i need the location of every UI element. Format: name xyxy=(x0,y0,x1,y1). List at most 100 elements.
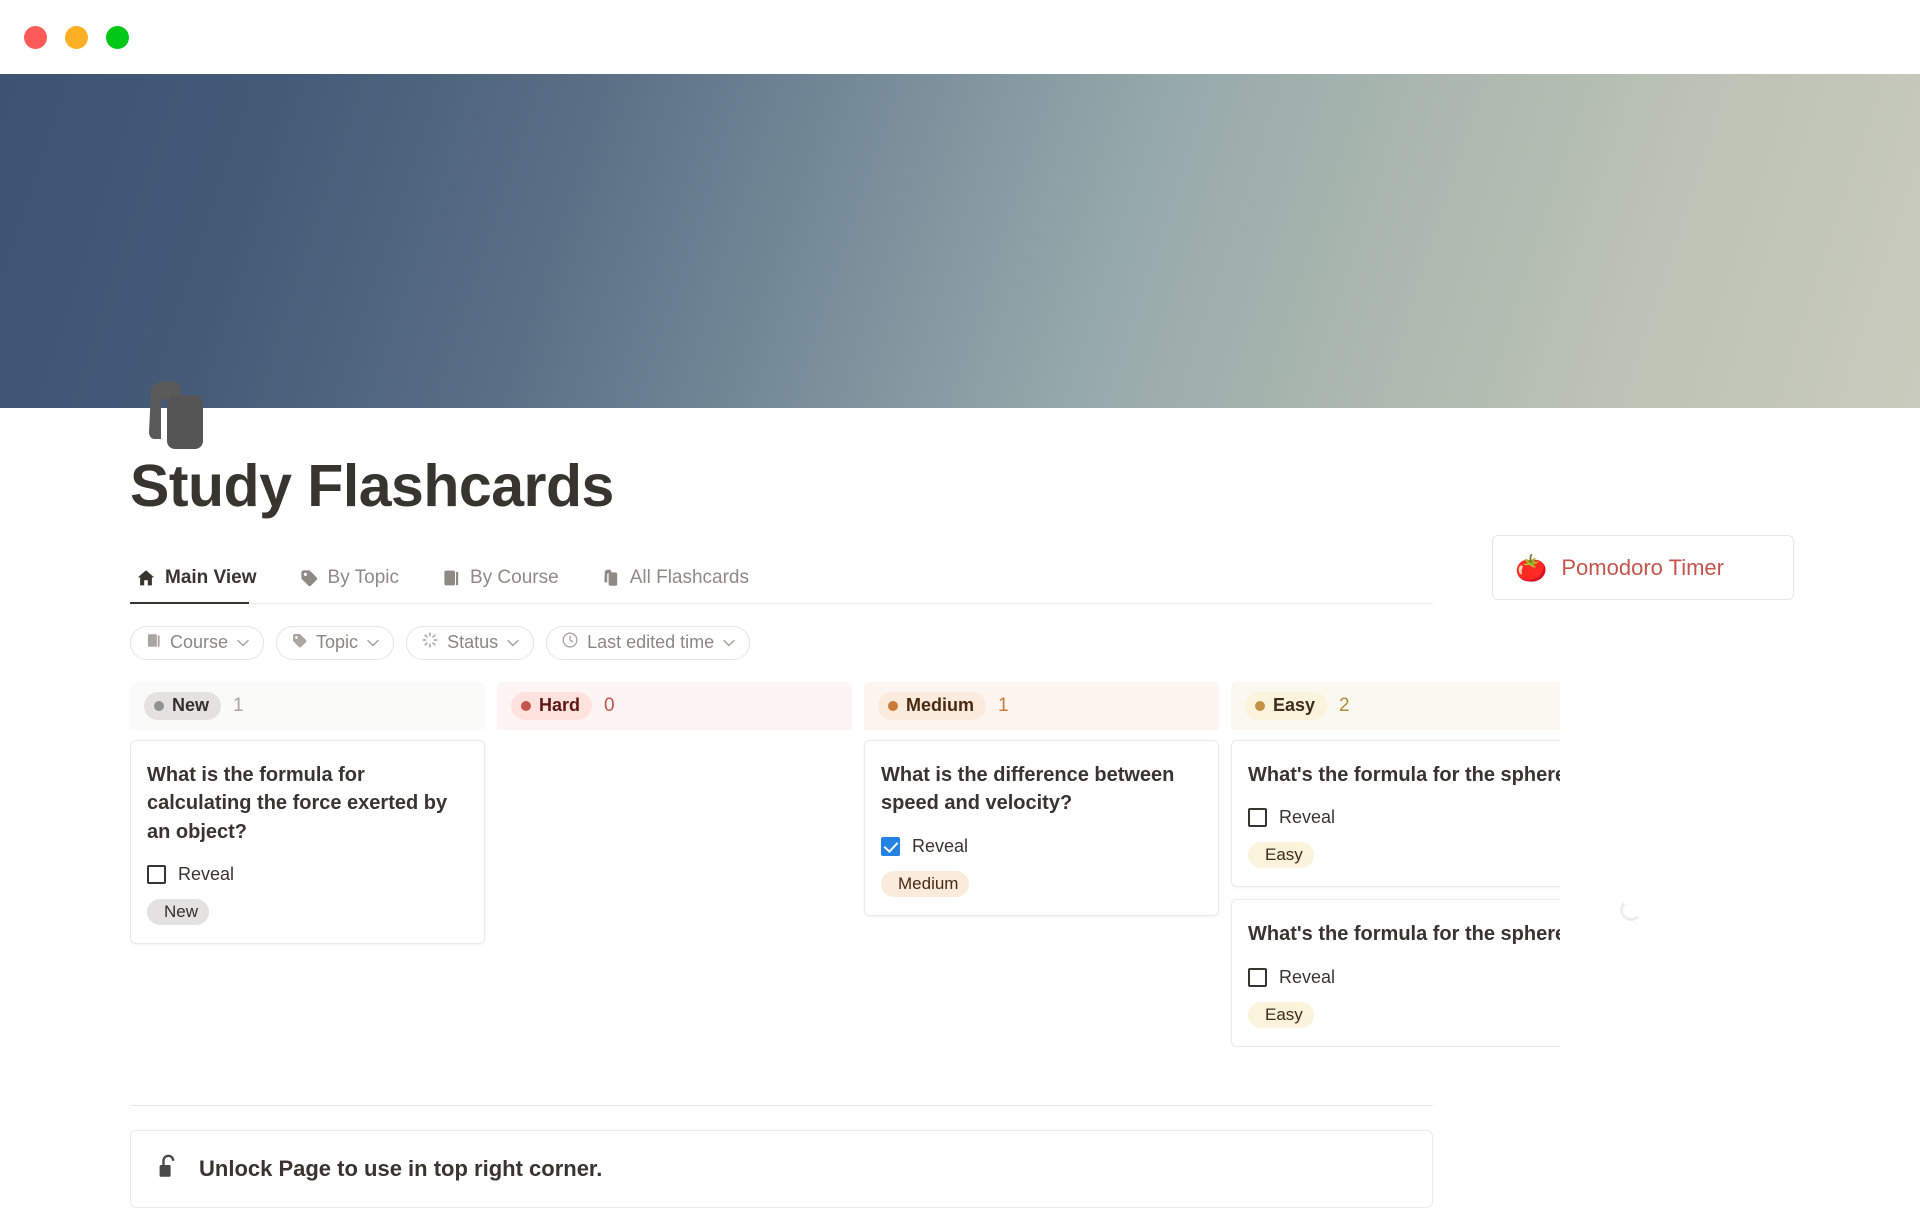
flashcard-question: What is the formula for calculating the … xyxy=(147,763,448,843)
flashcard-question: What's the formula for the sphere volume… xyxy=(1248,763,1560,786)
tab-by-course-label: By Course xyxy=(469,566,559,588)
home-icon xyxy=(136,568,156,588)
reveal-checkbox[interactable] xyxy=(1248,808,1267,828)
flashcard-question: What is the difference between speed and… xyxy=(881,763,1175,815)
window-titlebar xyxy=(0,0,1920,74)
section-divider xyxy=(130,1105,1433,1106)
tomato-icon: 🍅 xyxy=(1515,552,1548,583)
flashcard[interactable]: What is the formula for calculating the … xyxy=(130,739,485,945)
flashcard[interactable]: What is the difference between speed and… xyxy=(864,739,1219,916)
reveal-checkbox[interactable] xyxy=(1248,967,1267,987)
column-header-hard[interactable]: Hard 0 xyxy=(497,681,852,730)
flashcard[interactable]: What's the formula for the sphere volume… xyxy=(1231,739,1560,888)
traffic-lights xyxy=(24,25,129,49)
tab-by-topic-label: By Topic xyxy=(327,566,399,588)
column-count: 1 xyxy=(233,694,244,716)
reveal-row[interactable]: Reveal xyxy=(881,836,1202,857)
column-status-label: Hard xyxy=(539,695,581,716)
cards-icon xyxy=(601,568,621,588)
spinner-icon xyxy=(421,631,439,654)
filter-status-label: Status xyxy=(447,632,499,653)
board-column-hard: Hard 0 xyxy=(497,681,852,1047)
reveal-label: Reveal xyxy=(1279,966,1336,987)
board-scroll-container[interactable]: New 1 What is the formula for calculatin… xyxy=(130,681,1560,1047)
column-cards-easy: What's the formula for the sphere volume… xyxy=(1231,730,1560,1047)
reveal-label: Reveal xyxy=(1279,807,1336,828)
loading-spinner-icon xyxy=(1620,899,1644,923)
column-cards-hard xyxy=(497,730,852,740)
column-count: 1 xyxy=(998,694,1009,716)
chevron-down-icon xyxy=(367,635,379,650)
board-column-easy: Easy 2 What's the formula for the sphere… xyxy=(1231,681,1560,1047)
flashcard-question: What's the formula for the sphere surfac… xyxy=(1248,923,1560,946)
filter-topic[interactable]: Topic xyxy=(276,625,395,660)
tab-all-flashcards[interactable]: All Flashcards xyxy=(595,559,763,603)
flashcard-status-tag-label: Easy xyxy=(1265,1004,1303,1024)
kanban-board: New 1 What is the formula for calculatin… xyxy=(130,681,1560,1047)
filter-topic-label: Topic xyxy=(316,632,359,653)
status-dot-icon xyxy=(521,700,531,711)
tab-main-view[interactable]: Main View xyxy=(130,559,271,604)
column-status-label: Easy xyxy=(1273,695,1316,716)
status-dot-icon xyxy=(888,700,898,711)
column-header-easy[interactable]: Easy 2 xyxy=(1231,681,1560,730)
column-cards-new: What is the formula for calculating the … xyxy=(130,730,485,945)
right-rail: 🍅 Pomodoro Timer xyxy=(1492,535,1794,921)
tab-all-flashcards-label: All Flashcards xyxy=(629,566,750,588)
tag-icon xyxy=(291,632,308,654)
chevron-down-icon xyxy=(237,635,249,650)
filter-status[interactable]: Status xyxy=(406,625,535,660)
reveal-label: Reveal xyxy=(912,835,969,856)
book-icon xyxy=(441,568,461,588)
flashcard-status-tag-label: New xyxy=(164,902,199,922)
page-title: Study Flashcards xyxy=(130,453,614,519)
tab-by-course[interactable]: By Course xyxy=(435,559,573,603)
filter-last-edited-time[interactable]: Last edited time xyxy=(546,625,751,660)
flashcards-icon[interactable] xyxy=(137,377,223,465)
unlock-page-callout: Unlock Page to use in top right corner. xyxy=(130,1130,1433,1208)
pomodoro-timer-label: Pomodoro Timer xyxy=(1561,554,1724,580)
flashcard-status-tag-label: Medium xyxy=(898,873,959,893)
column-status-label: New xyxy=(172,695,210,716)
close-button[interactable] xyxy=(24,25,47,49)
column-count: 0 xyxy=(604,694,615,716)
filter-last-edited-time-label: Last edited time xyxy=(587,632,715,653)
column-header-medium[interactable]: Medium 1 xyxy=(864,681,1219,730)
flashcard-status-tag: Easy xyxy=(1248,1001,1314,1028)
reveal-checkbox[interactable] xyxy=(147,865,166,885)
tab-by-topic[interactable]: By Topic xyxy=(293,559,413,603)
book-icon xyxy=(145,632,162,654)
chevron-down-icon xyxy=(723,635,735,650)
bottom-section: Unlock Page to use in top right corner. xyxy=(130,1105,1433,1208)
minimize-button[interactable] xyxy=(65,25,88,49)
status-badge: New xyxy=(144,691,222,720)
reveal-row[interactable]: Reveal xyxy=(147,864,468,885)
reveal-label: Reveal xyxy=(178,864,235,885)
status-badge: Easy xyxy=(1245,691,1328,720)
view-tab-bar: Main View By Topic By Course All Flashca… xyxy=(130,559,1433,604)
flashcard-status-tag: Easy xyxy=(1248,842,1314,869)
column-count: 2 xyxy=(1339,694,1350,716)
filter-bar: Course Topic Status Last edited time xyxy=(130,625,1920,660)
pomodoro-timer-card[interactable]: 🍅 Pomodoro Timer xyxy=(1492,535,1794,600)
reveal-row[interactable]: Reveal xyxy=(1248,967,1560,988)
zoom-button[interactable] xyxy=(106,25,129,49)
flashcard-status-tag-label: Easy xyxy=(1265,845,1303,865)
column-status-label: Medium xyxy=(906,695,975,716)
column-header-new[interactable]: New 1 xyxy=(130,681,485,730)
unlock-page-text: Unlock Page to use in top right corner. xyxy=(199,1156,603,1181)
column-cards-medium: What is the difference between speed and… xyxy=(864,730,1219,916)
reveal-checkbox[interactable] xyxy=(881,836,900,856)
status-dot-icon xyxy=(154,700,164,711)
page-cover xyxy=(0,74,1920,408)
tag-icon xyxy=(299,568,319,588)
filter-course[interactable]: Course xyxy=(130,625,265,660)
flashcard-status-tag: Medium xyxy=(881,870,970,897)
board-column-new: New 1 What is the formula for calculatin… xyxy=(130,681,485,1047)
board-column-medium: Medium 1 What is the difference between … xyxy=(864,681,1219,1047)
flashcard[interactable]: What's the formula for the sphere surfac… xyxy=(1231,899,1560,1047)
status-dot-icon xyxy=(1255,700,1265,711)
flashcard-status-tag: New xyxy=(147,899,210,926)
unlock-icon xyxy=(157,1154,179,1185)
reveal-row[interactable]: Reveal xyxy=(1248,807,1560,828)
